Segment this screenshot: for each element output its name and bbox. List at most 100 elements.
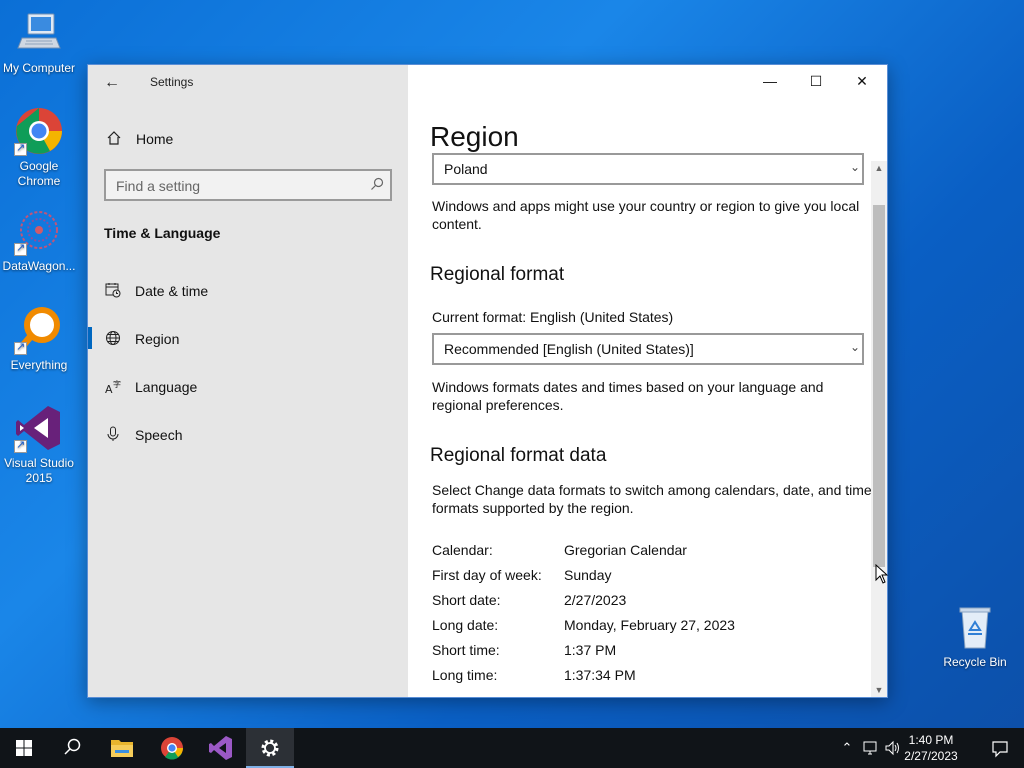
start-button[interactable]	[0, 728, 48, 768]
format-data-value: 2/27/2023	[564, 592, 627, 608]
visual-studio-icon	[14, 403, 64, 453]
chrome-icon	[161, 737, 183, 760]
desktop-icon-label: Visual Studio 2015	[4, 456, 74, 485]
vertical-scrollbar[interactable]: ▲ ▼	[871, 161, 887, 697]
home-icon	[106, 130, 122, 150]
taskbar-settings[interactable]	[246, 728, 294, 768]
scroll-down-arrow-icon[interactable]: ▼	[871, 683, 887, 697]
visual-studio-icon	[209, 736, 232, 760]
computer-icon	[14, 8, 64, 58]
format-data-value: Monday, February 27, 2023	[564, 617, 735, 633]
recycle-bin-icon	[950, 602, 1000, 652]
shortcut-arrow-icon	[14, 141, 27, 156]
caption-buttons: — ☐ ✕	[747, 65, 887, 97]
taskbar-file-explorer[interactable]	[98, 728, 146, 768]
sidebar-item-speech[interactable]: Speech	[88, 415, 408, 455]
format-data-description: Select Change data formats to switch amo…	[432, 482, 872, 516]
format-data-key: Long time:	[432, 667, 498, 683]
svg-text:A: A	[105, 383, 113, 394]
format-data-key: First day of week:	[432, 567, 542, 583]
sidebar-item-label: Date & time	[135, 283, 209, 299]
everything-icon	[14, 305, 64, 355]
back-arrow-icon: ←	[104, 74, 120, 91]
format-data-row: Calendar: Gregorian Calendar	[432, 542, 872, 567]
nav-home[interactable]: Home	[88, 123, 408, 155]
search-icon	[370, 177, 384, 191]
minimize-button[interactable]: —	[747, 65, 793, 97]
country-region-dropdown[interactable]: Poland ⌄	[432, 153, 864, 185]
taskbar-search-button[interactable]	[48, 728, 96, 768]
settings-gear-icon	[261, 739, 279, 757]
back-button[interactable]: ←	[100, 73, 124, 93]
tray-chevron-up-icon[interactable]: ⌃	[838, 739, 856, 757]
format-data-value: Sunday	[564, 567, 612, 583]
file-explorer-icon	[111, 740, 133, 757]
settings-content: — ☐ ✕ Region Poland ⌄ Windows and apps m…	[408, 65, 887, 697]
desktop-icon-recycle-bin[interactable]: Recycle Bin	[936, 602, 1014, 670]
format-data-row: First day of week: Sunday	[432, 567, 872, 592]
sidebar-item-language[interactable]: A字 Language	[88, 367, 408, 407]
close-icon: ✕	[856, 73, 868, 89]
desktop-icon-label: My Computer	[2, 61, 76, 75]
desktop-icon-datawagon[interactable]: DataWagon...	[0, 206, 78, 274]
language-icon: A字	[105, 378, 121, 396]
desktop-icon-everything[interactable]: Everything	[0, 305, 78, 373]
taskbar-visual-studio[interactable]	[197, 728, 245, 768]
desktop-icon-visual-studio[interactable]: Visual Studio 2015	[0, 403, 78, 486]
taskbar: ⌃ 1:40 PM 2/27/2023	[0, 728, 1024, 768]
taskbar-chrome[interactable]	[148, 728, 196, 768]
chevron-down-icon: ⌄	[849, 160, 860, 174]
format-data-key: Calendar:	[432, 542, 493, 558]
sidebar-item-label: Region	[135, 331, 180, 347]
mouse-cursor-icon	[875, 563, 889, 584]
desktop-icon-chrome[interactable]: Google Chrome	[0, 106, 78, 189]
app-title: Settings	[150, 75, 194, 89]
scroll-up-arrow-icon[interactable]: ▲	[871, 161, 887, 175]
chrome-icon	[14, 106, 64, 156]
sidebar-item-region[interactable]: Region	[88, 319, 408, 359]
shortcut-arrow-icon	[14, 340, 27, 355]
settings-window: ← Settings Home Find a setting Time & La…	[87, 64, 888, 698]
calendar-clock-icon	[105, 282, 121, 298]
search-placeholder: Find a setting	[116, 178, 201, 194]
sidebar-item-label: Language	[135, 379, 198, 395]
country-description: Windows and apps might use your country …	[432, 198, 860, 232]
maximize-icon: ☐	[809, 73, 823, 89]
microphone-icon	[105, 426, 121, 442]
sidebar-item-date-time[interactable]: Date & time	[88, 271, 408, 311]
shortcut-arrow-icon	[14, 241, 27, 256]
globe-icon	[105, 330, 121, 346]
datawagon-icon	[14, 206, 64, 256]
network-icon[interactable]	[862, 739, 880, 757]
regional-format-heading: Regional format	[430, 264, 565, 285]
format-value: Recommended [English (United States)]	[444, 341, 694, 357]
section-title: Time & Language	[104, 225, 221, 241]
format-data-key: Long date:	[432, 617, 499, 633]
format-data-row: Long date: Monday, February 27, 2023	[432, 617, 872, 642]
taskbar-clock[interactable]: 1:40 PM 2/27/2023	[896, 732, 966, 764]
active-indicator	[88, 327, 92, 349]
svg-text:字: 字	[113, 379, 121, 389]
country-value: Poland	[444, 161, 488, 177]
window-titlebar[interactable]: ← Settings	[88, 65, 408, 99]
close-button[interactable]: ✕	[839, 65, 885, 97]
page-title: Region	[430, 121, 519, 152]
format-data-row: Short time: 1:37 PM	[432, 642, 872, 667]
regional-format-dropdown[interactable]: Recommended [English (United States)] ⌄	[432, 333, 864, 365]
current-format-label: Current format: English (United States)	[432, 309, 674, 325]
search-input[interactable]: Find a setting	[104, 169, 392, 201]
scrollbar-thumb[interactable]	[873, 205, 885, 567]
notification-center-icon[interactable]	[990, 738, 1010, 758]
shortcut-arrow-icon	[14, 438, 27, 453]
format-data-value: 1:37 PM	[564, 642, 617, 658]
format-data-heading: Regional format data	[430, 445, 607, 466]
format-data-row: Short date: 2/27/2023	[432, 592, 872, 617]
desktop-icon-my-computer[interactable]: My Computer	[0, 8, 78, 76]
desktop-icon-label: Google Chrome	[17, 159, 61, 188]
minimize-icon: —	[763, 73, 777, 89]
format-data-row: Long time: 1:37:34 PM	[432, 667, 872, 692]
nav-home-label: Home	[136, 131, 174, 147]
desktop-icon-label: Recycle Bin	[943, 655, 1007, 669]
clock-date: 2/27/2023	[904, 749, 958, 763]
maximize-button[interactable]: ☐	[793, 65, 839, 97]
